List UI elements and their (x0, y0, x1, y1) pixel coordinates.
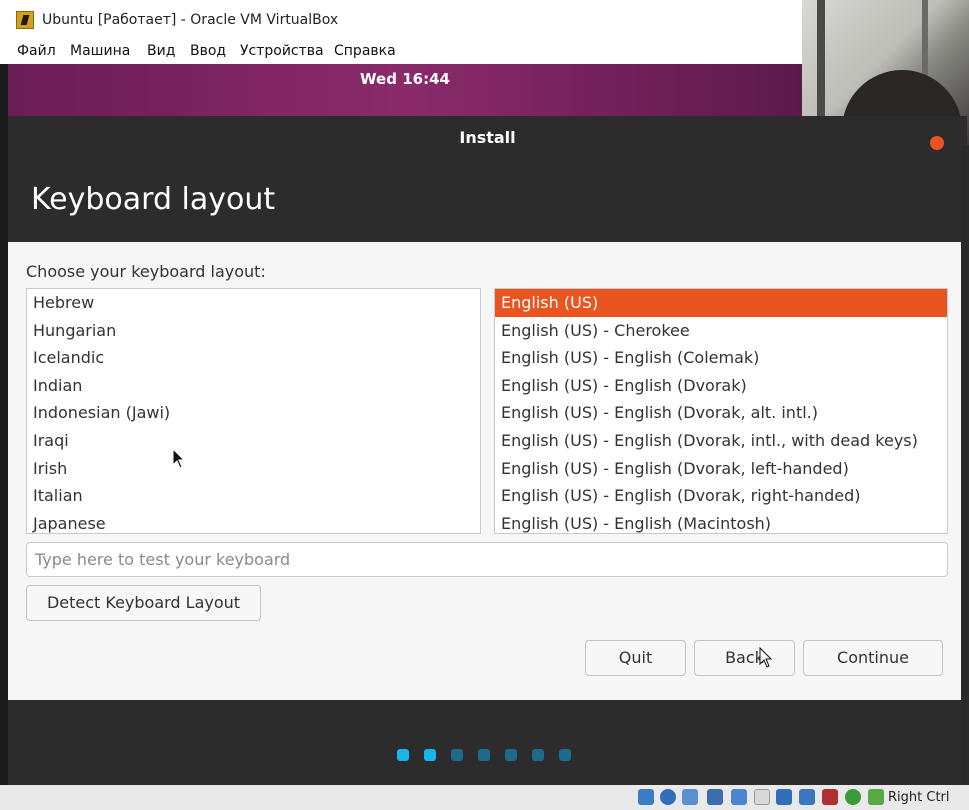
list-item[interactable]: English (US) - English (Macintosh) (495, 510, 947, 533)
dialog-title: Install (459, 128, 516, 147)
choose-layout-label: Choose your keyboard layout: (26, 262, 266, 281)
host-key-label: Right Ctrl (888, 790, 950, 805)
keyboard-layout-list[interactable]: Hebrew Hungarian Icelandic Indian Indone… (26, 288, 481, 534)
menu-input[interactable]: Ввод (190, 43, 226, 59)
list-item[interactable]: Irish (27, 455, 480, 483)
menu-view[interactable]: Вид (147, 43, 175, 59)
hard-disk-icon[interactable] (638, 789, 654, 805)
progress-dot (478, 749, 490, 761)
ubuntu-top-bar: Wed 16:44 (8, 64, 802, 116)
list-item[interactable]: English (US) - English (Colemak) (495, 344, 947, 372)
list-item[interactable]: English (US) - English (Dvorak, left-han… (495, 455, 947, 483)
keyboard-test-input[interactable] (26, 542, 948, 577)
video-capture-icon[interactable] (799, 789, 815, 805)
list-item[interactable]: Italian (27, 482, 480, 510)
host-desktop-edge (0, 64, 8, 810)
list-item[interactable]: English (US) - English (Dvorak, intl., w… (495, 427, 947, 455)
list-item[interactable]: English (US) - English (Dvorak) (495, 372, 947, 400)
detect-layout-button[interactable]: Detect Keyboard Layout (26, 585, 261, 621)
window-title: Ubuntu [Работает] - Oracle VM VirtualBox (42, 12, 339, 28)
window-titlebar: Ubuntu [Работает] - Oracle VM VirtualBox (0, 0, 802, 40)
menu-bar: Файл Машина Вид Ввод Устройства Справка (0, 40, 802, 64)
usb-icon[interactable] (731, 789, 747, 805)
cpu-icon[interactable] (822, 789, 838, 805)
guest-additions-icon[interactable] (845, 789, 861, 805)
menu-machine[interactable]: Машина (70, 43, 130, 59)
progress-dot (559, 749, 571, 761)
list-item[interactable]: English (US) - English (Dvorak, right-ha… (495, 482, 947, 510)
progress-dot (424, 749, 436, 761)
list-item[interactable]: Indonesian (Jawi) (27, 399, 480, 427)
menu-file[interactable]: Файл (17, 43, 56, 59)
host-desktop-edge (961, 145, 969, 785)
audio-icon[interactable] (682, 789, 698, 805)
installer-content: Choose your keyboard layout: Hebrew Hung… (8, 242, 967, 700)
progress-dot (532, 749, 544, 761)
clock[interactable]: Wed 16:44 (8, 70, 802, 88)
list-item[interactable]: Hebrew (27, 289, 480, 317)
menu-help[interactable]: Справка (334, 43, 396, 59)
menu-devices[interactable]: Устройства (240, 43, 324, 59)
mouse-integration-icon[interactable] (868, 789, 884, 805)
list-item[interactable]: Japanese (27, 510, 480, 533)
list-item[interactable]: English (US) - English (Dvorak, alt. int… (495, 399, 947, 427)
page-title: Keyboard layout (31, 182, 276, 217)
list-item[interactable]: Hungarian (27, 317, 480, 345)
vm-status-bar: Right Ctrl (0, 785, 969, 810)
optical-drive-icon[interactable] (660, 789, 676, 805)
progress-dot (451, 749, 463, 761)
installer-dialog: Install Keyboard layout Choose your keyb… (8, 116, 967, 785)
display-icon[interactable] (776, 789, 792, 805)
list-item[interactable]: Iraqi (27, 427, 480, 455)
shared-folder-icon[interactable] (754, 789, 770, 805)
progress-dot (505, 749, 517, 761)
network-icon[interactable] (707, 789, 723, 805)
continue-button[interactable]: Continue (803, 640, 943, 676)
keyboard-variant-list[interactable]: English (US) English (US) - Cherokee Eng… (494, 288, 948, 534)
list-item[interactable]: English (US) - Cherokee (495, 317, 947, 345)
virtualbox-icon (16, 11, 34, 29)
back-button[interactable]: Back (694, 640, 795, 676)
progress-dot (397, 749, 409, 761)
list-item-selected[interactable]: English (US) (495, 289, 947, 317)
close-icon[interactable] (930, 136, 944, 150)
list-item[interactable]: Indian (27, 372, 480, 400)
list-item[interactable]: Icelandic (27, 344, 480, 372)
quit-button[interactable]: Quit (585, 640, 686, 676)
